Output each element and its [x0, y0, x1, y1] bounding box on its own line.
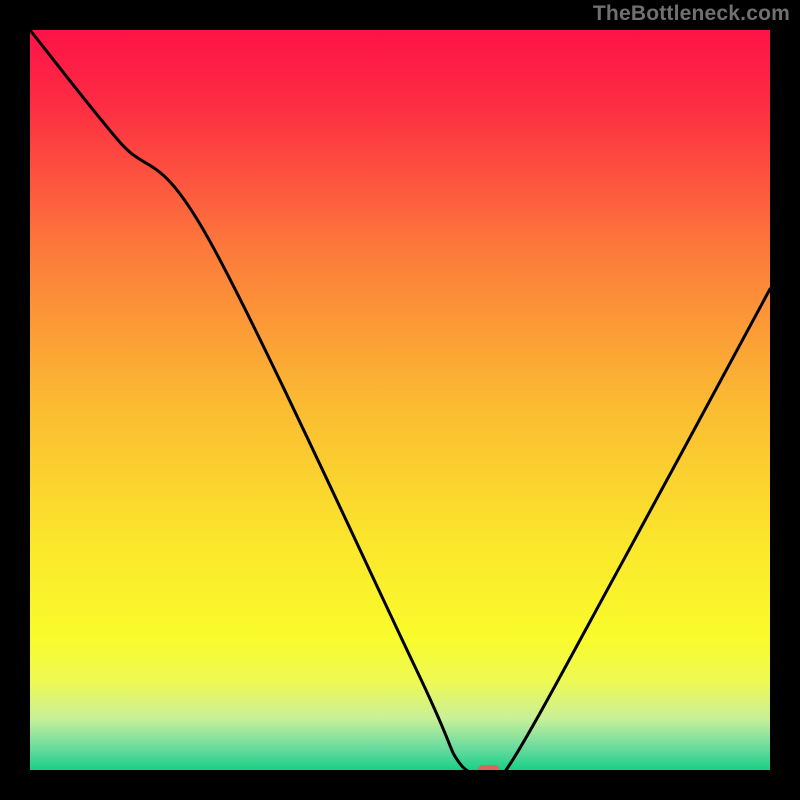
chart-frame: TheBottleneck.com [0, 0, 800, 800]
chart-background [30, 30, 770, 770]
optimal-marker [478, 765, 500, 770]
watermark-text: TheBottleneck.com [593, 2, 790, 26]
bottleneck-chart [30, 30, 770, 770]
